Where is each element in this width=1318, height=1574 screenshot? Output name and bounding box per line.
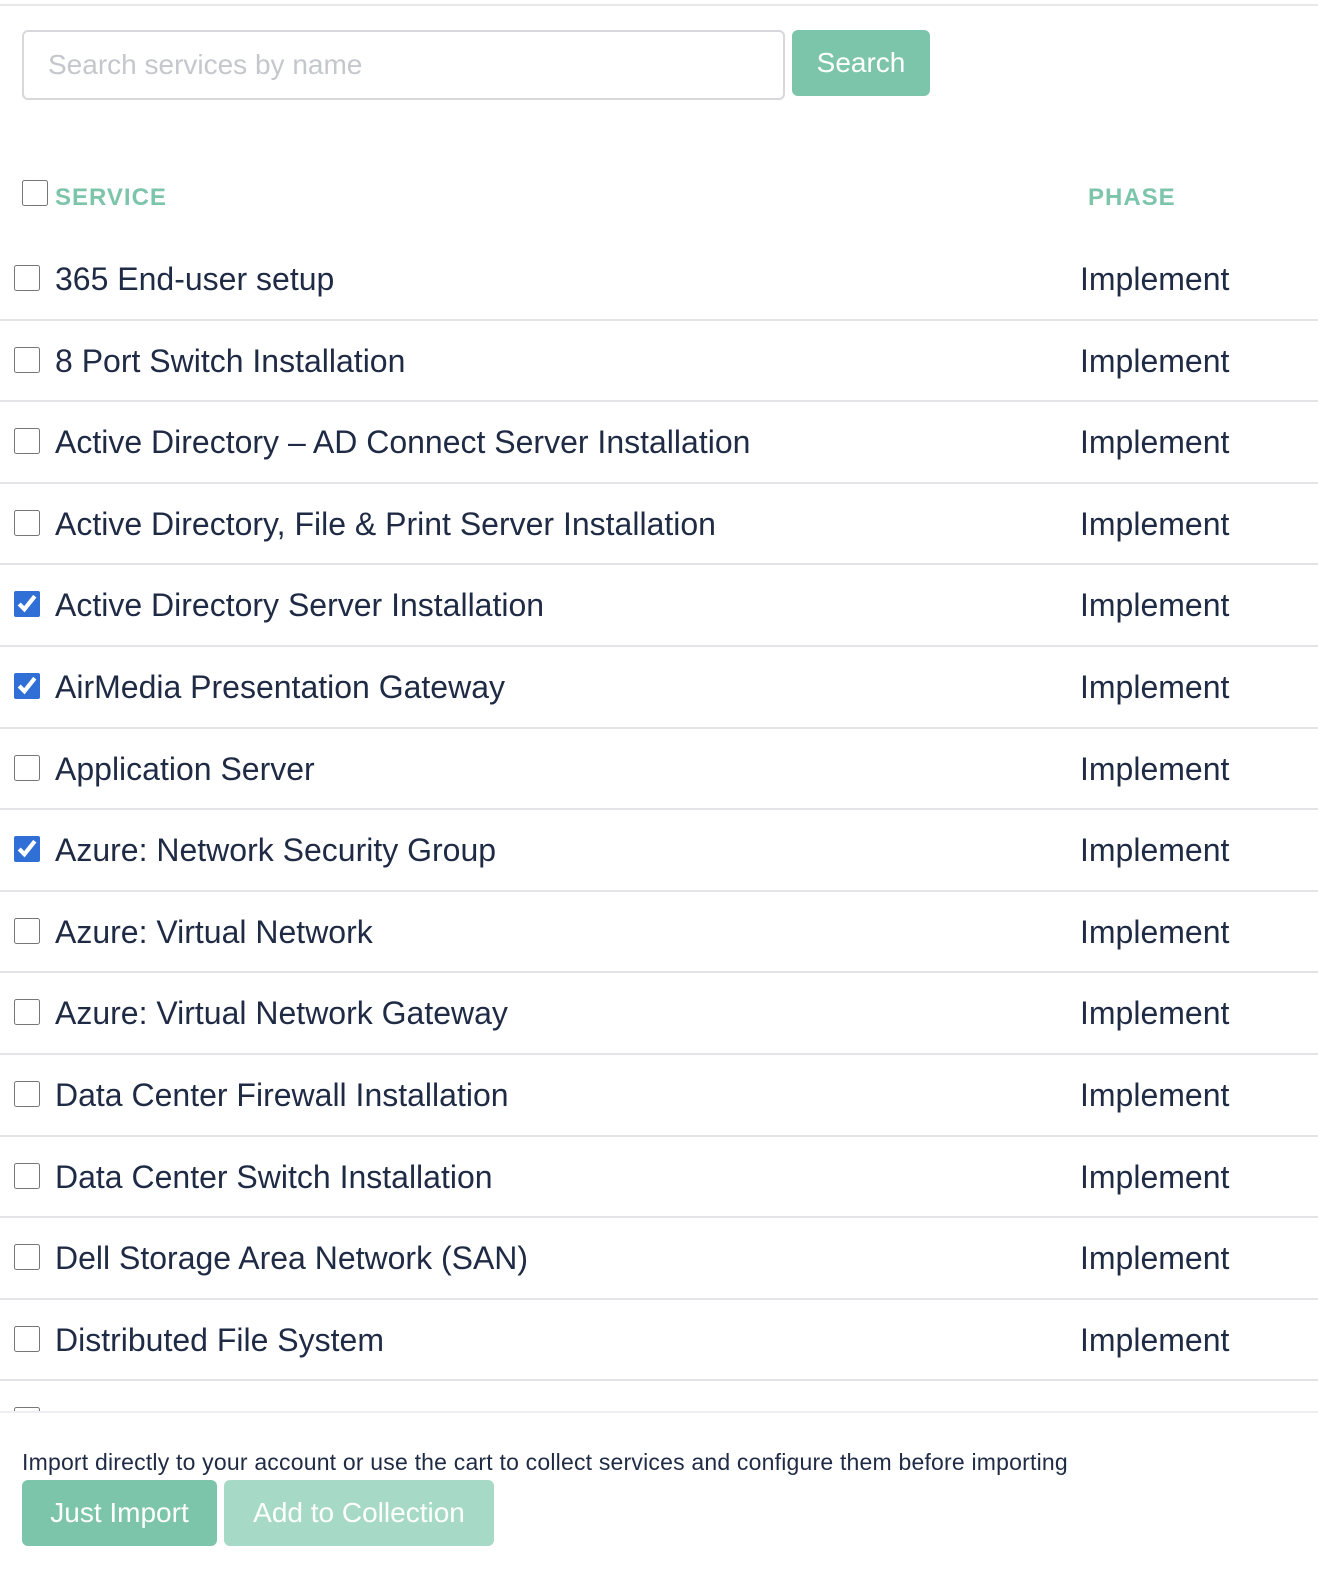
service-phase: Implement xyxy=(1080,505,1230,542)
row-checkbox[interactable] xyxy=(14,1080,40,1107)
service-name: Application Server xyxy=(55,750,315,787)
table-row[interactable]: AirMedia Presentation Gateway Implement xyxy=(0,647,1318,729)
search-bar: Search xyxy=(22,30,930,100)
table-row[interactable]: Dell Storage Area Network (SAN) Implement xyxy=(0,1218,1318,1300)
service-name: AirMedia Presentation Gateway xyxy=(55,668,505,705)
service-phase: Implement xyxy=(1080,261,1230,297)
table-row[interactable] xyxy=(0,1381,1318,1411)
service-phase: Implement xyxy=(1080,1240,1230,1277)
service-name: Data Center Switch Installation xyxy=(55,1158,493,1195)
row-checkbox[interactable] xyxy=(14,346,40,373)
column-header-service: SERVICE xyxy=(55,184,167,211)
search-input[interactable] xyxy=(22,30,785,100)
service-name: Distributed File System xyxy=(55,1321,384,1358)
row-checkbox[interactable] xyxy=(14,672,40,699)
service-list: 365 End-user setup Implement 8 Port Switch… xyxy=(0,239,1318,1411)
row-checkbox[interactable] xyxy=(14,591,40,618)
service-name: Active Directory, File & Print Server In… xyxy=(55,505,716,542)
service-name: Active Directory Server Installation xyxy=(55,587,545,624)
just-import-button[interactable]: Just Import xyxy=(22,1480,217,1546)
row-checkbox[interactable] xyxy=(14,509,40,536)
table-row[interactable]: Active Directory, File & Print Server In… xyxy=(0,484,1318,566)
service-phase: Implement xyxy=(1080,913,1230,950)
row-checkbox[interactable] xyxy=(14,1162,40,1189)
row-checkbox[interactable] xyxy=(14,999,40,1026)
row-checkbox[interactable] xyxy=(14,265,40,291)
column-header-phase: PHASE xyxy=(1088,184,1176,211)
table-row[interactable]: Application Server Implement xyxy=(0,729,1318,811)
table-row[interactable]: Data Center Firewall Installation Impleme… xyxy=(0,1055,1318,1137)
service-phase: Implement xyxy=(1080,750,1230,787)
row-checkbox[interactable] xyxy=(14,917,40,944)
search-button[interactable]: Search xyxy=(792,30,930,96)
table-row[interactable]: Active Directory – AD Connect Server Ins… xyxy=(0,402,1318,484)
row-checkbox[interactable] xyxy=(14,1244,40,1271)
service-name: Azure: Network Security Group xyxy=(55,832,497,869)
table-row[interactable]: Azure: Virtual Network Implement xyxy=(0,892,1318,974)
row-checkbox[interactable] xyxy=(14,836,40,863)
table-row[interactable]: Active Directory Server Installation Impl… xyxy=(0,565,1318,647)
service-name: Data Center Firewall Installation xyxy=(55,1076,509,1113)
table-row[interactable]: Data Center Switch Installation Implement xyxy=(0,1137,1318,1219)
row-checkbox[interactable] xyxy=(14,1325,40,1352)
add-to-collection-button[interactable]: Add to Collection xyxy=(224,1480,494,1546)
service-phase: Implement xyxy=(1080,995,1230,1032)
table-row[interactable]: 365 End-user setup Implement xyxy=(0,239,1318,321)
select-all-checkbox[interactable] xyxy=(22,180,48,206)
import-instructions: Import directly to your account or use t… xyxy=(22,1449,1068,1475)
footer-bar: Import directly to your account or use t… xyxy=(0,1411,1318,1574)
service-phase: Implement xyxy=(1080,668,1230,705)
service-name: Active Directory – AD Connect Server Ins… xyxy=(55,424,751,461)
row-checkbox[interactable] xyxy=(14,428,40,455)
service-name: Azure: Virtual Network Gateway xyxy=(55,995,508,1032)
service-name: Dell Storage Area Network (SAN) xyxy=(55,1240,529,1277)
service-phase: Implement xyxy=(1080,424,1230,461)
service-phase: Implement xyxy=(1080,832,1230,869)
table-row[interactable]: Azure: Network Security Group Implement xyxy=(0,810,1318,892)
top-divider xyxy=(0,4,1318,6)
table-row[interactable]: Azure: Virtual Network Gateway Implement xyxy=(0,973,1318,1055)
service-name: 365 End-user setup xyxy=(55,261,335,297)
table-header: SERVICE PHASE xyxy=(0,172,1318,222)
service-phase: Implement xyxy=(1080,587,1230,624)
service-phase: Implement xyxy=(1080,1076,1230,1113)
table-row[interactable]: 8 Port Switch Installation Implement xyxy=(0,321,1318,403)
service-name: 8 Port Switch Installation xyxy=(55,342,406,379)
service-phase: Implement xyxy=(1080,1158,1230,1195)
row-checkbox[interactable] xyxy=(14,754,40,781)
table-row[interactable]: Distributed File System Implement xyxy=(0,1300,1318,1382)
service-phase: Implement xyxy=(1080,342,1230,379)
service-name: Azure: Virtual Network xyxy=(55,913,373,950)
service-phase: Implement xyxy=(1080,1321,1230,1358)
